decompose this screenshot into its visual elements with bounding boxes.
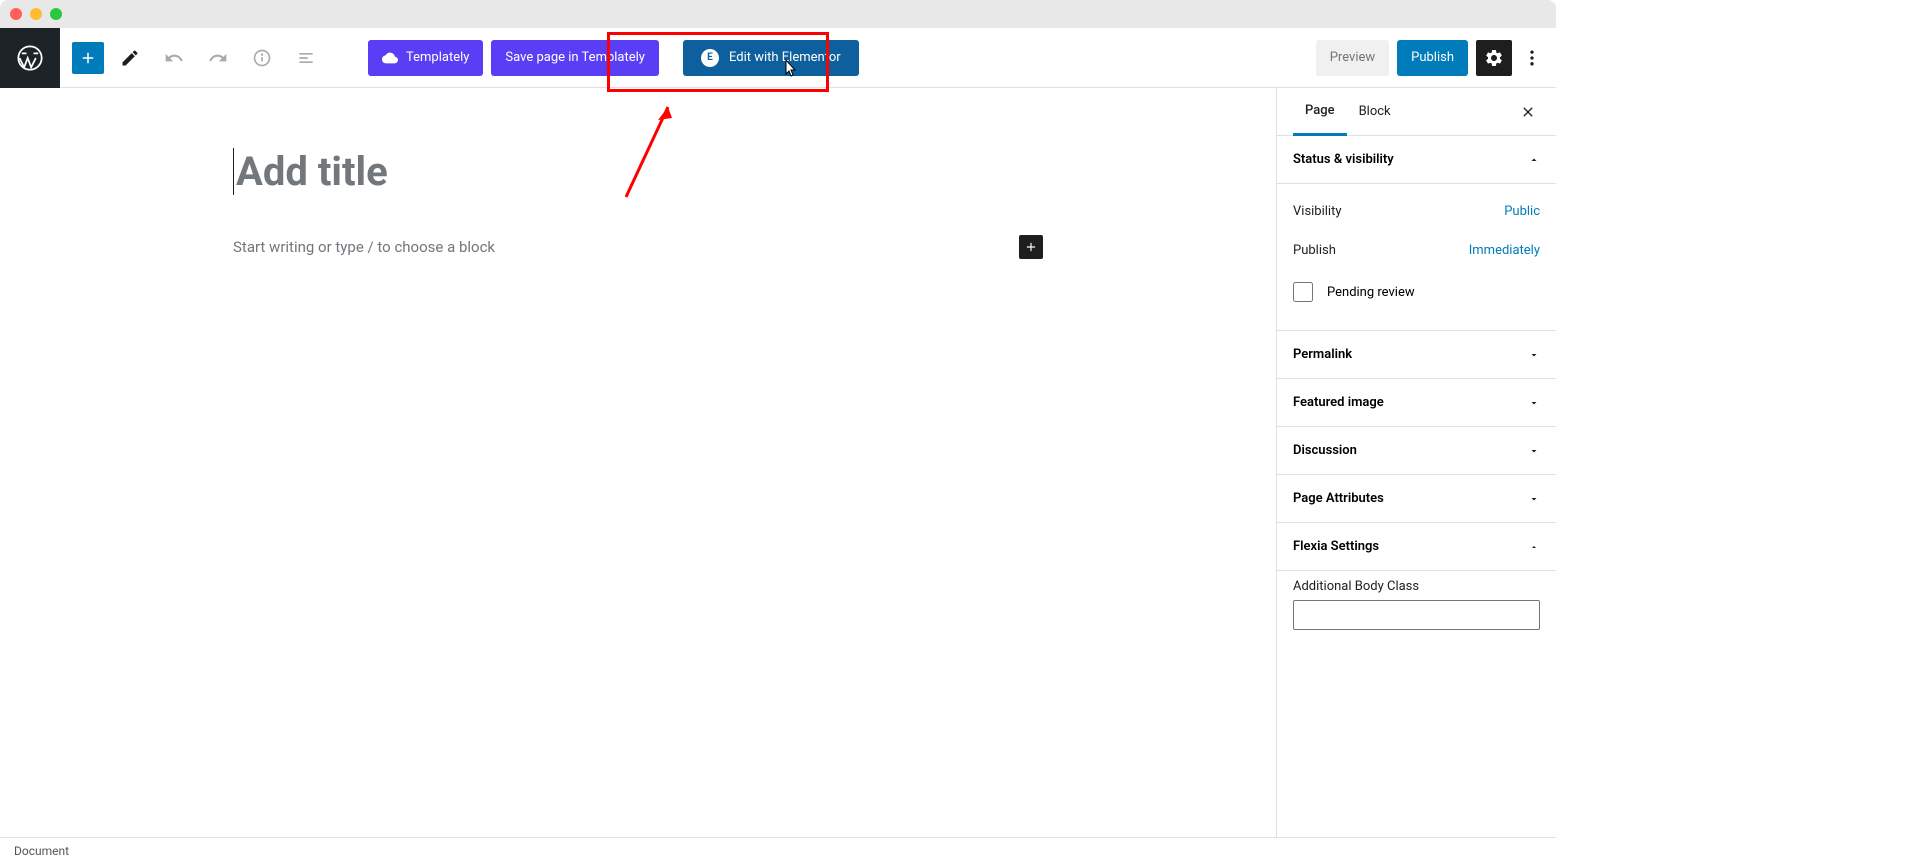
elementor-label: Edit with Elementor [729,50,841,65]
tab-page[interactable]: Page [1293,88,1347,136]
plus-icon [1024,240,1038,254]
cloud-icon [382,50,398,66]
gear-icon [1484,48,1504,68]
close-sidebar-button[interactable] [1516,100,1540,124]
templately-label: Templately [406,50,469,65]
panel-title: Flexia Settings [1293,539,1379,554]
visibility-label: Visibility [1293,204,1342,219]
settings-button[interactable] [1476,40,1512,76]
pencil-icon [120,48,140,68]
panel-title: Permalink [1293,347,1352,362]
visibility-value[interactable]: Public [1504,204,1540,219]
info-icon [252,48,272,68]
chevron-up-icon [1528,154,1540,166]
chevron-down-icon [1528,445,1540,457]
body-class-label: Additional Body Class [1293,579,1540,594]
chevron-down-icon [1528,493,1540,505]
panel-body-status: Visibility Public Publish Immediately Pe… [1277,184,1556,331]
editor-toolbar: Templately Save page in Templately E Edi… [0,28,1556,88]
redo-button[interactable] [200,40,236,76]
outline-button[interactable] [288,40,324,76]
elementor-icon: E [701,49,719,67]
page-title-input[interactable]: Add title [233,148,1043,195]
save-templately-button[interactable]: Save page in Templately [491,40,659,76]
undo-button[interactable] [156,40,192,76]
info-button[interactable] [244,40,280,76]
minimize-window-icon[interactable] [30,8,42,20]
kebab-icon [1522,48,1542,68]
chevron-down-icon [1528,349,1540,361]
close-icon [1520,104,1536,120]
preview-button[interactable]: Preview [1316,40,1389,76]
panel-status-visibility[interactable]: Status & visibility [1277,136,1556,184]
edit-mode-button[interactable] [112,40,148,76]
breadcrumb-bar: Document [0,837,1556,863]
wordpress-icon [16,44,44,72]
panel-page-attributes[interactable]: Page Attributes [1277,475,1556,523]
panel-title: Discussion [1293,443,1357,458]
maximize-window-icon[interactable] [50,8,62,20]
sidebar-tabs: Page Block [1277,88,1556,136]
triangle-up-icon [1528,541,1540,553]
panel-permalink[interactable]: Permalink [1277,331,1556,379]
redo-icon [208,48,228,68]
breadcrumb[interactable]: Document [14,844,69,858]
more-options-button[interactable] [1520,40,1544,76]
undo-icon [164,48,184,68]
panel-title: Featured image [1293,395,1384,410]
close-window-icon[interactable] [10,8,22,20]
panel-flexia-settings[interactable]: Flexia Settings [1277,523,1556,571]
templately-button[interactable]: Templately [368,40,483,76]
panel-featured-image[interactable]: Featured image [1277,379,1556,427]
tab-block[interactable]: Block [1347,88,1403,136]
edit-elementor-button[interactable]: E Edit with Elementor [683,40,859,76]
chevron-down-icon [1528,397,1540,409]
body-class-input[interactable] [1293,600,1540,630]
publish-value[interactable]: Immediately [1469,243,1540,258]
settings-sidebar: Page Block Status & visibility Visibilit… [1276,88,1556,837]
inline-add-block-button[interactable] [1019,235,1043,259]
editor-canvas: Add title Start writing or type / to cho… [0,88,1276,837]
list-icon [296,48,316,68]
publish-button[interactable]: Publish [1397,40,1468,76]
window-titlebar [0,0,1556,28]
panel-title: Status & visibility [1293,152,1394,167]
add-block-button[interactable] [72,42,104,74]
publish-label: Publish [1293,243,1336,258]
wp-logo[interactable] [0,28,60,88]
pending-review-label: Pending review [1327,285,1415,300]
pending-review-checkbox[interactable] [1293,282,1313,302]
block-placeholder[interactable]: Start writing or type / to choose a bloc… [233,238,1019,256]
panel-title: Page Attributes [1293,491,1384,506]
panel-discussion[interactable]: Discussion [1277,427,1556,475]
plus-icon [79,49,97,67]
